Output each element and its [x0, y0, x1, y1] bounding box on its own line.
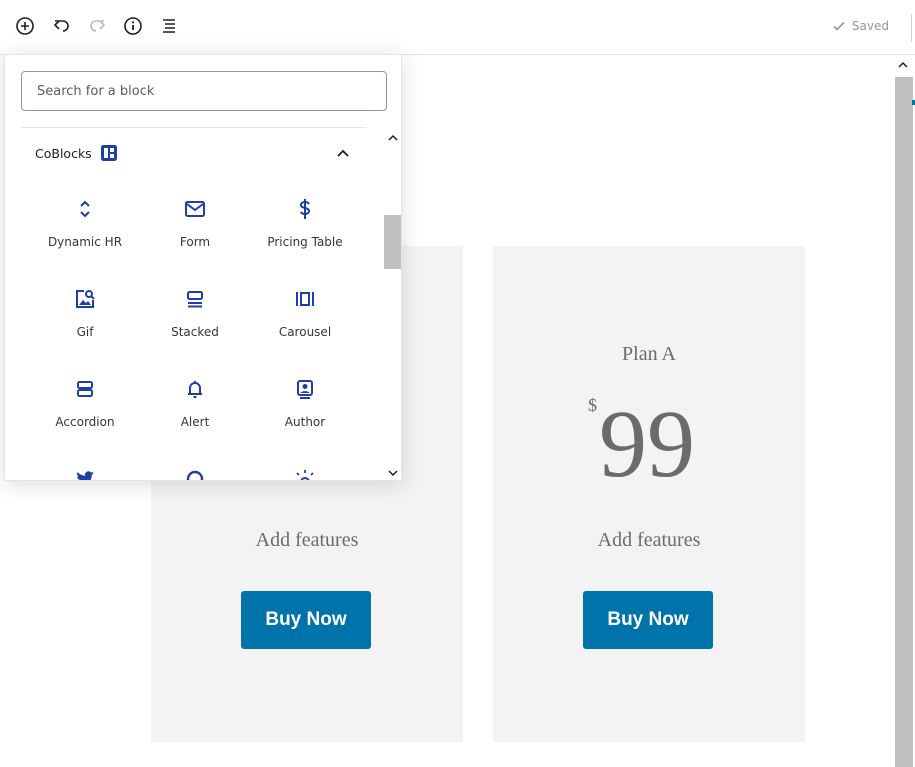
block-label: Pricing Table	[267, 235, 343, 249]
github-icon	[183, 467, 207, 480]
block-label: Accordion	[55, 415, 115, 429]
block-item-github[interactable]	[140, 457, 250, 480]
mail-icon	[183, 197, 207, 221]
inserter-scrollbar[interactable]	[383, 129, 401, 480]
block-label: Carousel	[278, 325, 332, 339]
plus-circle-icon[interactable]	[14, 15, 36, 37]
panel-title: CoBlocks	[35, 145, 92, 161]
coblocks-logo-icon	[100, 145, 117, 161]
block-item-stacked[interactable]: Stacked	[140, 277, 250, 357]
currency-symbol[interactable]: $	[588, 395, 597, 416]
plan-title[interactable]: Plan A	[493, 343, 805, 366]
scrollbar-thumb[interactable]	[895, 77, 913, 767]
dollar-icon	[293, 197, 317, 221]
info-icon[interactable]	[122, 15, 144, 37]
editor-toolbar: Saved	[0, 0, 915, 55]
block-search-input[interactable]	[21, 71, 387, 111]
divider	[21, 127, 366, 128]
block-label: Stacked	[171, 325, 219, 339]
features-text[interactable]: Add features	[493, 529, 805, 552]
block-label: Alert	[180, 415, 210, 429]
chevron-up-icon[interactable]	[386, 131, 400, 145]
list-icon[interactable]	[158, 15, 180, 37]
stacked-icon	[183, 287, 207, 311]
editor-scrollbar[interactable]	[893, 56, 915, 767]
chevron-up-icon[interactable]	[335, 145, 351, 161]
dynamic-hr-icon	[73, 197, 97, 221]
carousel-icon	[293, 287, 317, 311]
block-item-gif[interactable]: Gif	[30, 277, 140, 357]
block-item-dynamic-hr[interactable]: Dynamic HR	[30, 187, 140, 267]
block-item-accordion[interactable]: Accordion	[30, 367, 140, 447]
block-item-form[interactable]: Form	[140, 187, 250, 267]
gif-icon	[73, 287, 97, 311]
publish-button-edge[interactable]	[911, 14, 915, 42]
block-item-author[interactable]: Author	[250, 367, 360, 447]
check-icon	[833, 21, 845, 31]
block-item-lightbulb[interactable]	[250, 457, 360, 480]
price-amount[interactable]: 99	[599, 396, 695, 492]
coblocks-panel-header[interactable]: CoBlocks	[35, 143, 118, 163]
block-item-twitter[interactable]	[30, 457, 140, 480]
redo-icon[interactable]	[86, 15, 108, 37]
bell-icon	[183, 377, 207, 401]
undo-icon[interactable]	[51, 15, 73, 37]
lightbulb-icon	[293, 467, 317, 480]
block-label: Form	[179, 235, 211, 249]
block-label: Author	[284, 415, 326, 429]
block-label: Gif	[76, 325, 94, 339]
buy-now-button[interactable]: Buy Now	[241, 591, 371, 649]
block-item-carousel[interactable]: Carousel	[250, 277, 360, 357]
saved-label: Saved	[851, 19, 889, 33]
block-label: Dynamic HR	[47, 235, 123, 249]
block-item-pricing-table[interactable]: Pricing Table	[250, 187, 360, 267]
block-item-alert[interactable]: Alert	[140, 367, 250, 447]
chevron-up-icon[interactable]	[895, 58, 911, 72]
accordion-icon	[73, 377, 97, 401]
author-icon	[293, 377, 317, 401]
twitter-icon	[73, 467, 97, 480]
buy-now-button[interactable]: Buy Now	[583, 591, 713, 649]
block-inserter-popover: CoBlocks Dynamic HR Form Pr	[4, 54, 402, 481]
saved-indicator: Saved	[832, 19, 889, 33]
features-text[interactable]: Add features	[151, 529, 463, 552]
chevron-down-icon[interactable]	[386, 466, 400, 480]
scrollbar-thumb[interactable]	[384, 215, 401, 269]
